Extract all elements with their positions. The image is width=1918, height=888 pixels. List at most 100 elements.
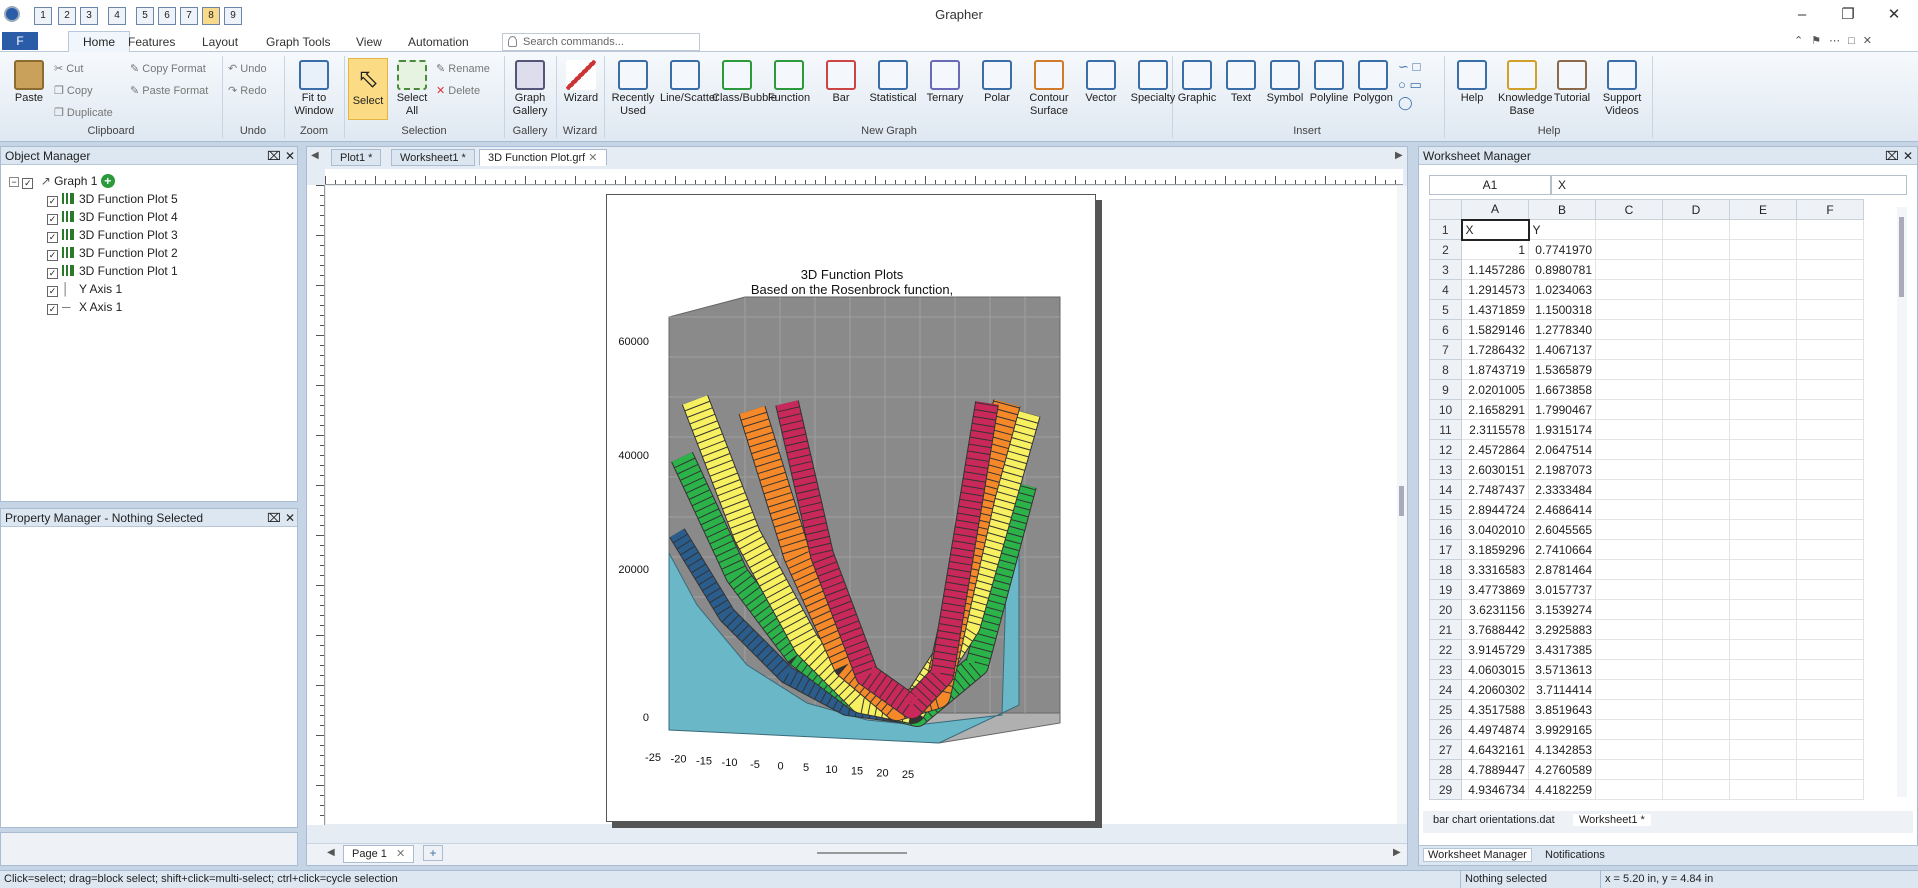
- cell[interactable]: [1595, 659, 1663, 680]
- cell[interactable]: [1662, 659, 1730, 680]
- row-header[interactable]: 28: [1429, 759, 1462, 780]
- close-icon[interactable]: ✕: [285, 509, 295, 527]
- cell[interactable]: [1595, 279, 1663, 300]
- cell[interactable]: 3.9145729: [1461, 639, 1529, 660]
- cell[interactable]: [1796, 619, 1864, 640]
- cell[interactable]: 1.1457286: [1461, 259, 1529, 280]
- page-scroll-left-icon[interactable]: ◀: [327, 847, 335, 858]
- cell[interactable]: 1.2914573: [1461, 279, 1529, 300]
- cell[interactable]: [1595, 239, 1663, 260]
- cell[interactable]: 3.1539274: [1528, 599, 1596, 620]
- cell[interactable]: Y: [1528, 219, 1596, 240]
- shape-tools[interactable]: ∽ □ ○ ▭ ◯: [1398, 58, 1422, 112]
- cell[interactable]: [1662, 219, 1730, 240]
- cell[interactable]: [1729, 499, 1797, 520]
- row-header[interactable]: 19: [1429, 579, 1462, 600]
- cell[interactable]: [1796, 499, 1864, 520]
- fit-to-window-button[interactable]: Fit to Window: [288, 60, 340, 118]
- cell[interactable]: [1595, 559, 1663, 580]
- cell[interactable]: [1595, 759, 1663, 780]
- cell[interactable]: [1729, 739, 1797, 760]
- row-header[interactable]: 20: [1429, 599, 1462, 620]
- cell[interactable]: 3.5713613: [1528, 659, 1596, 680]
- cell[interactable]: 4.3517588: [1461, 699, 1529, 720]
- cell[interactable]: 3.7688442: [1461, 619, 1529, 640]
- cell[interactable]: [1662, 379, 1730, 400]
- cell[interactable]: [1662, 259, 1730, 280]
- row-header[interactable]: 25: [1429, 699, 1462, 720]
- cell[interactable]: 4.0603015: [1461, 659, 1529, 680]
- insert-button-0[interactable]: Graphic: [1176, 60, 1218, 105]
- insert-button-4[interactable]: Polygon: [1352, 60, 1394, 105]
- cell[interactable]: [1662, 779, 1730, 800]
- cell[interactable]: 3.4773869: [1461, 579, 1529, 600]
- cell[interactable]: [1595, 779, 1663, 800]
- tree-y-axis[interactable]: ✓ │ Y Axis 1: [47, 281, 122, 297]
- cell[interactable]: [1796, 759, 1864, 780]
- row-header[interactable]: 24: [1429, 679, 1462, 700]
- row-header[interactable]: 22: [1429, 639, 1462, 660]
- cell[interactable]: [1662, 739, 1730, 760]
- cell[interactable]: [1595, 519, 1663, 540]
- delete-button[interactable]: ✕ Delete: [436, 84, 480, 98]
- new-graph-button-3[interactable]: Function: [764, 60, 814, 105]
- cell[interactable]: [1595, 219, 1663, 240]
- tab-view[interactable]: View: [344, 32, 394, 52]
- cell[interactable]: [1729, 579, 1797, 600]
- cell-value-input[interactable]: X: [1551, 175, 1907, 195]
- cell[interactable]: [1662, 619, 1730, 640]
- row-header[interactable]: 29: [1429, 779, 1462, 800]
- cell[interactable]: [1796, 479, 1864, 500]
- close-icon[interactable]: ✕: [588, 152, 597, 164]
- new-graph-button-10[interactable]: Specialty: [1128, 60, 1178, 105]
- cell[interactable]: [1595, 639, 1663, 660]
- cell[interactable]: 0.7741970: [1528, 239, 1596, 260]
- cell[interactable]: 3.8519643: [1528, 699, 1596, 720]
- cell[interactable]: [1662, 599, 1730, 620]
- cell[interactable]: [1595, 579, 1663, 600]
- new-graph-button-5[interactable]: Statistical: [868, 60, 918, 105]
- cell[interactable]: 2.8944724: [1461, 499, 1529, 520]
- cell[interactable]: 3.9929165: [1528, 719, 1596, 740]
- duplicate-button[interactable]: ❐ Duplicate: [54, 106, 113, 120]
- close-icon[interactable]: ✕: [1903, 147, 1913, 165]
- cell[interactable]: [1595, 459, 1663, 480]
- cell[interactable]: [1729, 279, 1797, 300]
- cell[interactable]: 2.0647514: [1528, 439, 1596, 460]
- cell[interactable]: [1729, 359, 1797, 380]
- cell[interactable]: 1.4067137: [1528, 339, 1596, 360]
- cell[interactable]: [1595, 539, 1663, 560]
- cell-reference-box[interactable]: A1: [1429, 175, 1551, 195]
- ribbon-options-icons[interactable]: ⌃⚑⋯□✕: [1794, 34, 1880, 47]
- insert-button-2[interactable]: Symbol: [1264, 60, 1306, 105]
- cell[interactable]: [1796, 659, 1864, 680]
- cell[interactable]: [1595, 339, 1663, 360]
- row-header[interactable]: 12: [1429, 439, 1462, 460]
- page-scroll-right-icon[interactable]: ▶: [1393, 847, 1401, 858]
- vertical-scrollbar[interactable]: [1397, 186, 1407, 824]
- select-button[interactable]: ⬁ Select: [348, 58, 388, 120]
- cell[interactable]: 2.1987073: [1528, 459, 1596, 480]
- row-header[interactable]: 18: [1429, 559, 1462, 580]
- row-header[interactable]: 9: [1429, 379, 1462, 400]
- row-header[interactable]: 2: [1429, 239, 1462, 260]
- cell[interactable]: 1.5829146: [1461, 319, 1529, 340]
- cell[interactable]: [1796, 379, 1864, 400]
- paste-button[interactable]: Paste: [8, 60, 50, 105]
- cell[interactable]: [1729, 259, 1797, 280]
- cell[interactable]: [1729, 759, 1797, 780]
- sheet-tab-worksheet1[interactable]: Worksheet1 *: [1573, 814, 1651, 826]
- pin-icon[interactable]: ⌧: [267, 147, 281, 165]
- cell[interactable]: [1662, 579, 1730, 600]
- cell[interactable]: [1662, 499, 1730, 520]
- row-header[interactable]: 27: [1429, 739, 1462, 760]
- cell[interactable]: [1662, 719, 1730, 740]
- cell[interactable]: [1729, 299, 1797, 320]
- cell[interactable]: [1729, 719, 1797, 740]
- cell[interactable]: [1595, 399, 1663, 420]
- close-icon[interactable]: ✕: [396, 848, 405, 860]
- visibility-checkbox[interactable]: ✓: [22, 178, 34, 189]
- cell[interactable]: [1595, 679, 1663, 700]
- cell[interactable]: [1729, 319, 1797, 340]
- cell[interactable]: 1.7286432: [1461, 339, 1529, 360]
